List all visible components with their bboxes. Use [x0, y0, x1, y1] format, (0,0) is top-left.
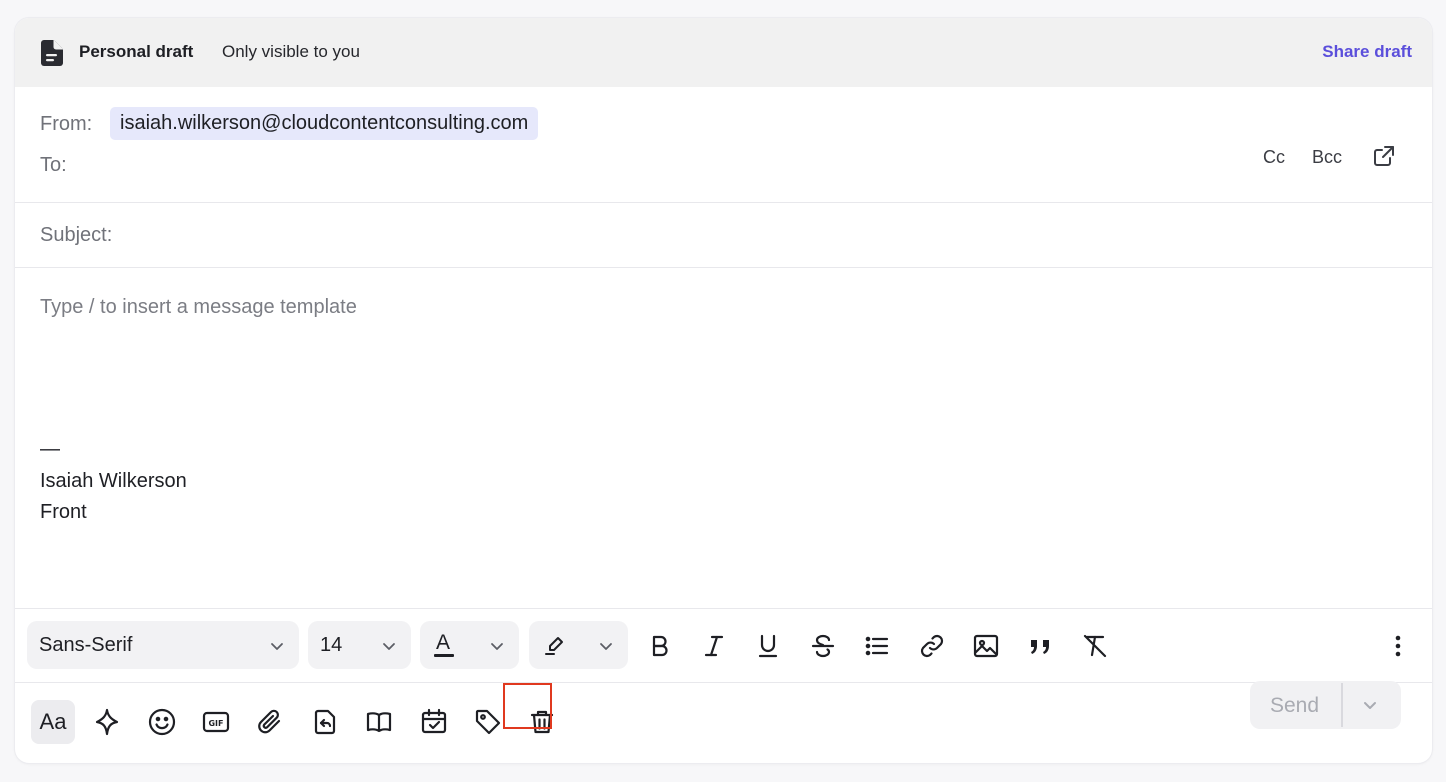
document-icon: [41, 40, 63, 66]
text-color-glyph: A: [436, 631, 451, 654]
chevron-down-icon[interactable]: [1361, 696, 1379, 714]
italic-icon[interactable]: [699, 631, 729, 661]
popout-icon[interactable]: [1372, 144, 1396, 168]
message-body[interactable]: Type / to insert a message template — Is…: [40, 296, 1410, 596]
draft-visibility: Only visible to you: [222, 42, 360, 61]
knowledge-base-icon[interactable]: [357, 700, 401, 744]
bcc-button[interactable]: Bcc: [1312, 147, 1342, 168]
send-button[interactable]: Send: [1270, 694, 1319, 718]
to-label[interactable]: To:: [40, 154, 67, 177]
action-toolbar: Aa GIF: [15, 684, 1432, 763]
font-size-value: 14: [320, 633, 343, 656]
from-label: From:: [40, 113, 93, 135]
subject-label[interactable]: Subject:: [40, 224, 112, 247]
body-placeholder: Type / to insert a message template: [40, 296, 357, 318]
draft-title: Personal draft: [79, 42, 194, 61]
tag-icon[interactable]: [466, 700, 510, 744]
attachment-icon[interactable]: [248, 700, 292, 744]
text-format-button[interactable]: Aa: [31, 700, 75, 744]
cc-button[interactable]: Cc: [1263, 147, 1285, 168]
highlighter-icon: [543, 633, 567, 657]
image-icon[interactable]: [971, 631, 1001, 661]
svg-text:GIF: GIF: [208, 719, 223, 728]
formatting-toolbar: Sans-Serif 14 A: [15, 609, 1432, 683]
signature-company: Front: [40, 501, 87, 523]
font-family-value: Sans-Serif: [39, 633, 133, 656]
send-divider: [1341, 683, 1343, 727]
font-size-select[interactable]: 14: [308, 621, 411, 669]
reply-template-icon[interactable]: [303, 700, 347, 744]
more-options-icon[interactable]: [1383, 631, 1413, 661]
share-draft-button[interactable]: Share draft: [1322, 42, 1412, 62]
underline-icon[interactable]: [753, 631, 783, 661]
font-family-select[interactable]: Sans-Serif: [27, 621, 299, 669]
ai-sparkle-icon[interactable]: [85, 700, 129, 744]
emoji-icon[interactable]: [140, 700, 184, 744]
chevron-down-icon: [489, 637, 505, 653]
signature-separator: —: [40, 438, 60, 460]
quote-icon[interactable]: [1026, 631, 1056, 661]
text-color-select[interactable]: A: [420, 621, 519, 669]
divider: [15, 202, 1432, 203]
signature-name: Isaiah Wilkerson: [40, 470, 187, 492]
link-icon[interactable]: [917, 631, 947, 661]
divider: [15, 682, 1432, 683]
bullet-list-icon[interactable]: [862, 631, 892, 661]
bold-icon[interactable]: [645, 631, 675, 661]
highlight-color-select[interactable]: [529, 621, 628, 669]
gif-icon[interactable]: GIF: [194, 700, 238, 744]
chevron-down-icon: [381, 637, 397, 653]
chevron-down-icon: [598, 637, 614, 653]
compose-panel: Personal draft Only visible to you Share…: [15, 18, 1432, 763]
strikethrough-icon[interactable]: [808, 631, 838, 661]
draft-banner: Personal draft Only visible to you Share…: [15, 18, 1432, 87]
send-button-group: Send: [1250, 681, 1401, 729]
chevron-down-icon: [269, 637, 285, 653]
clear-formatting-icon[interactable]: [1080, 631, 1110, 661]
text-color-icon: A: [434, 631, 456, 659]
from-address-chip[interactable]: isaiah.wilkerson@cloudcontentconsulting.…: [110, 107, 539, 140]
schedule-send-icon[interactable]: [412, 700, 456, 744]
trash-icon[interactable]: [520, 700, 564, 744]
divider: [15, 267, 1432, 268]
